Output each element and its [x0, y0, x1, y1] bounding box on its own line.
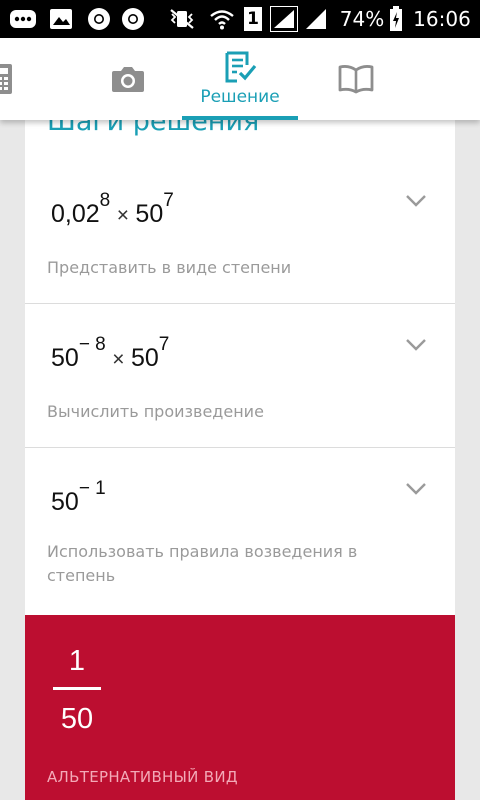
tab-solution-label: Решение: [200, 87, 280, 107]
answer-numerator: 1: [68, 645, 86, 677]
sim1-icon: 1: [242, 0, 264, 38]
signal-icon: [302, 0, 330, 38]
tab-calculator[interactable]: [0, 38, 30, 120]
chevron-down-icon[interactable]: [405, 482, 427, 496]
tab-bar: Решение: [0, 38, 480, 120]
alternative-view-button[interactable]: АЛЬТЕРНАТИВНЫЙ ВИД: [47, 768, 238, 786]
sim-number: 1: [244, 7, 262, 31]
gallery-icon: [46, 0, 76, 38]
tab-solution[interactable]: Решение: [182, 38, 298, 120]
mute-vibrate-icon: [166, 0, 198, 38]
clock: 16:06: [413, 7, 471, 31]
step-expression: 0,028 × 507: [51, 190, 174, 229]
step-description: Использовать правила возведения в степен…: [47, 542, 358, 585]
step-expression: 50− 1: [51, 478, 106, 517]
battery-charging-icon: [386, 0, 406, 38]
status-bar: 1 74% 16:06: [0, 0, 480, 38]
expr-times: ×: [112, 348, 125, 371]
section-title: Шаги решения: [47, 120, 260, 137]
book-icon: [338, 65, 374, 94]
expr-exponent: − 1: [78, 478, 106, 499]
expr-base: 50: [51, 344, 79, 372]
fraction-bar: [53, 687, 101, 690]
solution-icon: [225, 51, 257, 83]
answer-panel: 1 50 АЛЬТЕРНАТИВНЫЙ ВИД: [25, 615, 455, 800]
battery-percent: 74%: [339, 7, 385, 31]
answer-denominator: 50: [60, 703, 94, 735]
chevron-down-icon[interactable]: [405, 338, 427, 352]
solution-step[interactable]: 0,028 × 507 Представить в виде степени: [25, 160, 455, 304]
wifi-icon: [206, 0, 238, 38]
solution-step[interactable]: 50− 1 Использовать правила возведения в …: [25, 448, 455, 615]
step-description: Представить в виде степени: [47, 258, 292, 277]
expr-exponent: 7: [163, 190, 174, 211]
signal-icon: [268, 0, 300, 38]
expr-exponent: − 8: [78, 334, 106, 355]
expr-exponent: 7: [158, 334, 170, 355]
expr-times: ×: [116, 204, 129, 227]
expr-base: 50: [130, 344, 159, 372]
chrome-icon: [118, 0, 148, 38]
step-expression: 50− 8 × 507: [51, 334, 169, 373]
expr-exponent: 8: [99, 190, 111, 211]
camera-icon: [112, 67, 144, 92]
chat-icon: [6, 0, 40, 38]
active-tab-indicator: [182, 116, 298, 120]
chevron-down-icon[interactable]: [405, 194, 427, 208]
expr-base: 50: [51, 488, 79, 516]
tab-book[interactable]: [326, 38, 386, 120]
calculator-icon: [0, 64, 12, 94]
solution-step[interactable]: 50− 8 × 507 Вычислить произведение: [25, 304, 455, 448]
solution-panel: Шаги решения 0,028 × 507 Представить в в…: [25, 120, 455, 800]
expr-base: 50: [135, 200, 164, 228]
step-description: Вычислить произведение: [47, 402, 264, 421]
chrome-icon: [84, 0, 114, 38]
expr-base: 0,02: [51, 200, 100, 228]
tab-camera[interactable]: [98, 38, 158, 120]
